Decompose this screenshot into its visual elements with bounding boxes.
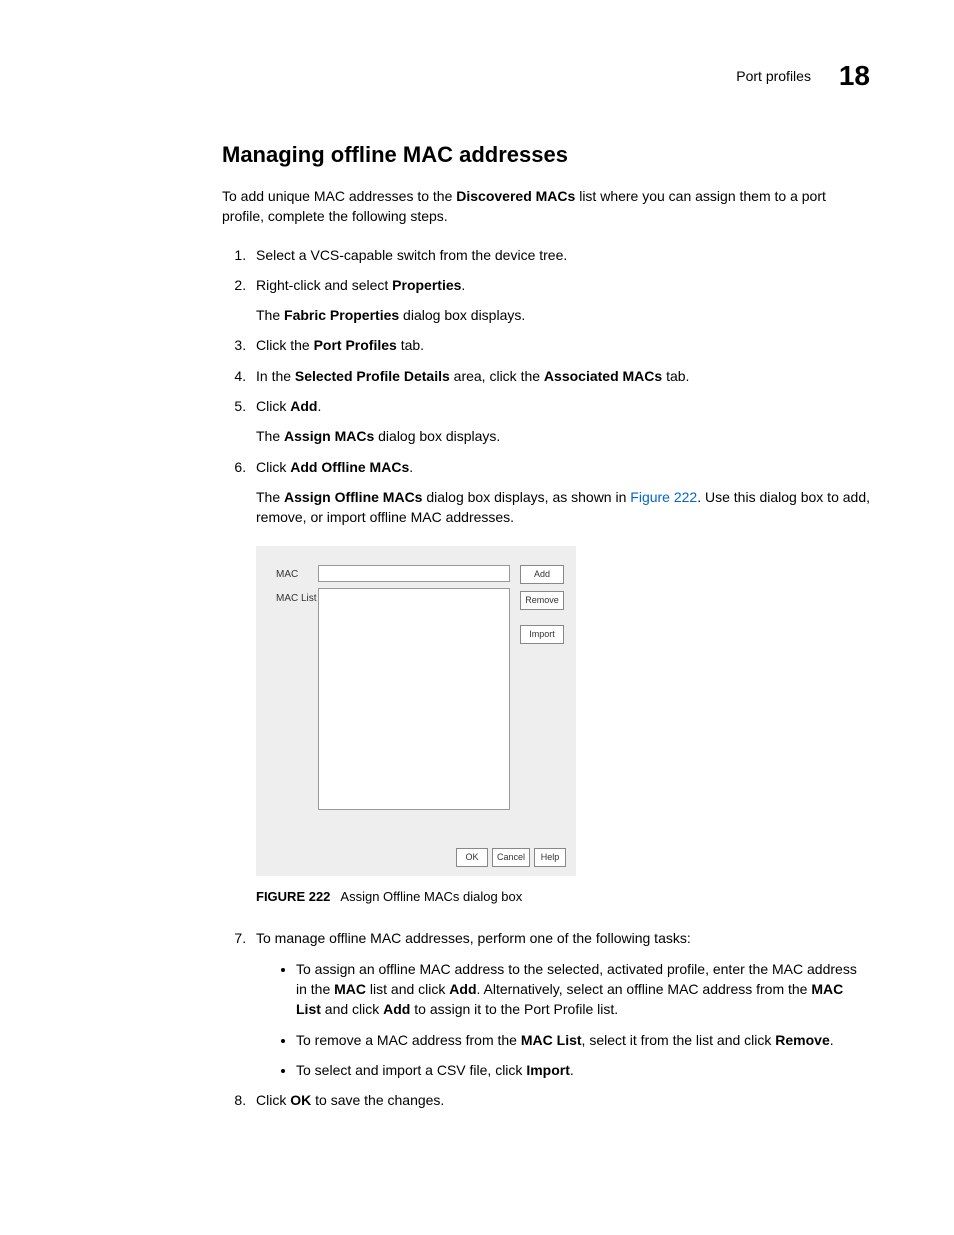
dialog-ok-button[interactable]: OK <box>456 848 488 867</box>
step-7-bullet-2: To remove a MAC address from the MAC Lis… <box>296 1030 870 1050</box>
dialog-add-button[interactable]: Add <box>520 565 564 584</box>
b2-t1: To remove a MAC address from the <box>296 1032 521 1048</box>
step-5-pre: Click <box>256 398 290 414</box>
step-7-bullet-1: To assign an offline MAC address to the … <box>296 959 870 1020</box>
step-7: To manage offline MAC addresses, perform… <box>250 928 870 1080</box>
dialog-label-mac-list: MAC List <box>276 592 317 607</box>
step-8-post: to save the changes. <box>311 1092 444 1108</box>
b1-b2: Add <box>449 981 476 997</box>
step-2: Right-click and select Properties. The F… <box>250 275 870 326</box>
step-7-bullet-3: To select and import a CSV file, click I… <box>296 1060 870 1080</box>
step-4-mid: area, click the <box>450 368 544 384</box>
step-6-sub-pre: The <box>256 489 284 505</box>
step-3: Click the Port Profiles tab. <box>250 335 870 355</box>
step-2-sub-post: dialog box displays. <box>399 307 525 323</box>
figure-block: MAC MAC List Add Remove Import OK Cancel… <box>256 546 870 907</box>
step-5-sub-post: dialog box displays. <box>374 428 500 444</box>
intro-paragraph: To add unique MAC addresses to the Disco… <box>222 186 870 227</box>
step-4-post: tab. <box>662 368 689 384</box>
step-8-bold: OK <box>290 1092 311 1108</box>
b1-t3: . Alternatively, select an offline MAC a… <box>477 981 812 997</box>
section-heading: Managing offline MAC addresses <box>222 142 870 168</box>
step-6-pre: Click <box>256 459 290 475</box>
step-4: In the Selected Profile Details area, cl… <box>250 366 870 386</box>
step-5-post: . <box>317 398 321 414</box>
step-3-post: tab. <box>397 337 424 353</box>
b3-t2: . <box>570 1062 574 1078</box>
b2-t2: , select it from the list and click <box>582 1032 776 1048</box>
step-7-bullets: To assign an offline MAC address to the … <box>256 959 870 1080</box>
b1-t5: to assign it to the Port Profile list. <box>410 1001 618 1017</box>
b2-t3: . <box>830 1032 834 1048</box>
step-5-sub: The Assign MACs dialog box displays. <box>256 426 870 446</box>
step-6-sub: The Assign Offline MACs dialog box displ… <box>256 487 870 528</box>
dialog-help-button[interactable]: Help <box>534 848 566 867</box>
step-4-bold2: Associated MACs <box>544 368 662 384</box>
dialog-mac-input[interactable] <box>318 565 510 582</box>
step-8-pre: Click <box>256 1092 290 1108</box>
step-8: Click OK to save the changes. <box>250 1090 870 1110</box>
figure-caption: FIGURE 222 Assign Offline MACs dialog box <box>256 888 870 907</box>
b1-t4: and click <box>321 1001 383 1017</box>
step-2-sub-bold: Fabric Properties <box>284 307 399 323</box>
step-4-pre: In the <box>256 368 295 384</box>
dialog-label-mac: MAC <box>276 568 298 583</box>
step-6: Click Add Offline MACs. The Assign Offli… <box>250 457 870 907</box>
dialog-cancel-button[interactable]: Cancel <box>492 848 530 867</box>
b1-t2: list and click <box>366 981 449 997</box>
b3-t1: To select and import a CSV file, click <box>296 1062 526 1078</box>
step-4-bold1: Selected Profile Details <box>295 368 450 384</box>
step-1-text: Select a VCS-capable switch from the dev… <box>256 247 567 263</box>
steps-list: Select a VCS-capable switch from the dev… <box>222 245 870 1111</box>
figure-caption-text: Assign Offline MACs dialog box <box>340 889 522 904</box>
step-1: Select a VCS-capable switch from the dev… <box>250 245 870 265</box>
step-5-sub-pre: The <box>256 428 284 444</box>
step-6-sub-mid: dialog box displays, as shown in <box>422 489 630 505</box>
step-5-bold: Add <box>290 398 317 414</box>
dialog-import-button[interactable]: Import <box>520 625 564 644</box>
step-6-sub-bold: Assign Offline MACs <box>284 489 422 505</box>
b1-b1: MAC <box>334 981 366 997</box>
header-section-name: Port profiles <box>736 68 811 84</box>
dialog-assign-offline-macs: MAC MAC List Add Remove Import OK Cancel… <box>256 546 576 876</box>
intro-text-pre: To add unique MAC addresses to the <box>222 188 456 204</box>
dialog-mac-list[interactable] <box>318 588 510 810</box>
step-3-pre: Click the <box>256 337 314 353</box>
step-3-bold: Port Profiles <box>314 337 397 353</box>
step-2-post: . <box>461 277 465 293</box>
b3-b1: Import <box>526 1062 570 1078</box>
chapter-number: 18 <box>839 60 870 92</box>
step-6-post: . <box>409 459 413 475</box>
figure-link[interactable]: Figure 222 <box>630 489 697 505</box>
step-5: Click Add. The Assign MACs dialog box di… <box>250 396 870 447</box>
dialog-remove-button[interactable]: Remove <box>520 591 564 610</box>
step-2-pre: Right-click and select <box>256 277 392 293</box>
intro-bold: Discovered MACs <box>456 188 575 204</box>
step-2-sub: The Fabric Properties dialog box display… <box>256 305 870 325</box>
b2-b1: MAC List <box>521 1032 582 1048</box>
figure-number: FIGURE 222 <box>256 889 330 904</box>
step-7-text: To manage offline MAC addresses, perform… <box>256 930 691 946</box>
step-5-sub-bold: Assign MACs <box>284 428 374 444</box>
step-6-bold: Add Offline MACs <box>290 459 409 475</box>
page-header: Port profiles 18 <box>84 60 870 92</box>
step-2-bold: Properties <box>392 277 461 293</box>
step-2-sub-pre: The <box>256 307 284 323</box>
b2-b2: Remove <box>775 1032 829 1048</box>
b1-b4: Add <box>383 1001 410 1017</box>
